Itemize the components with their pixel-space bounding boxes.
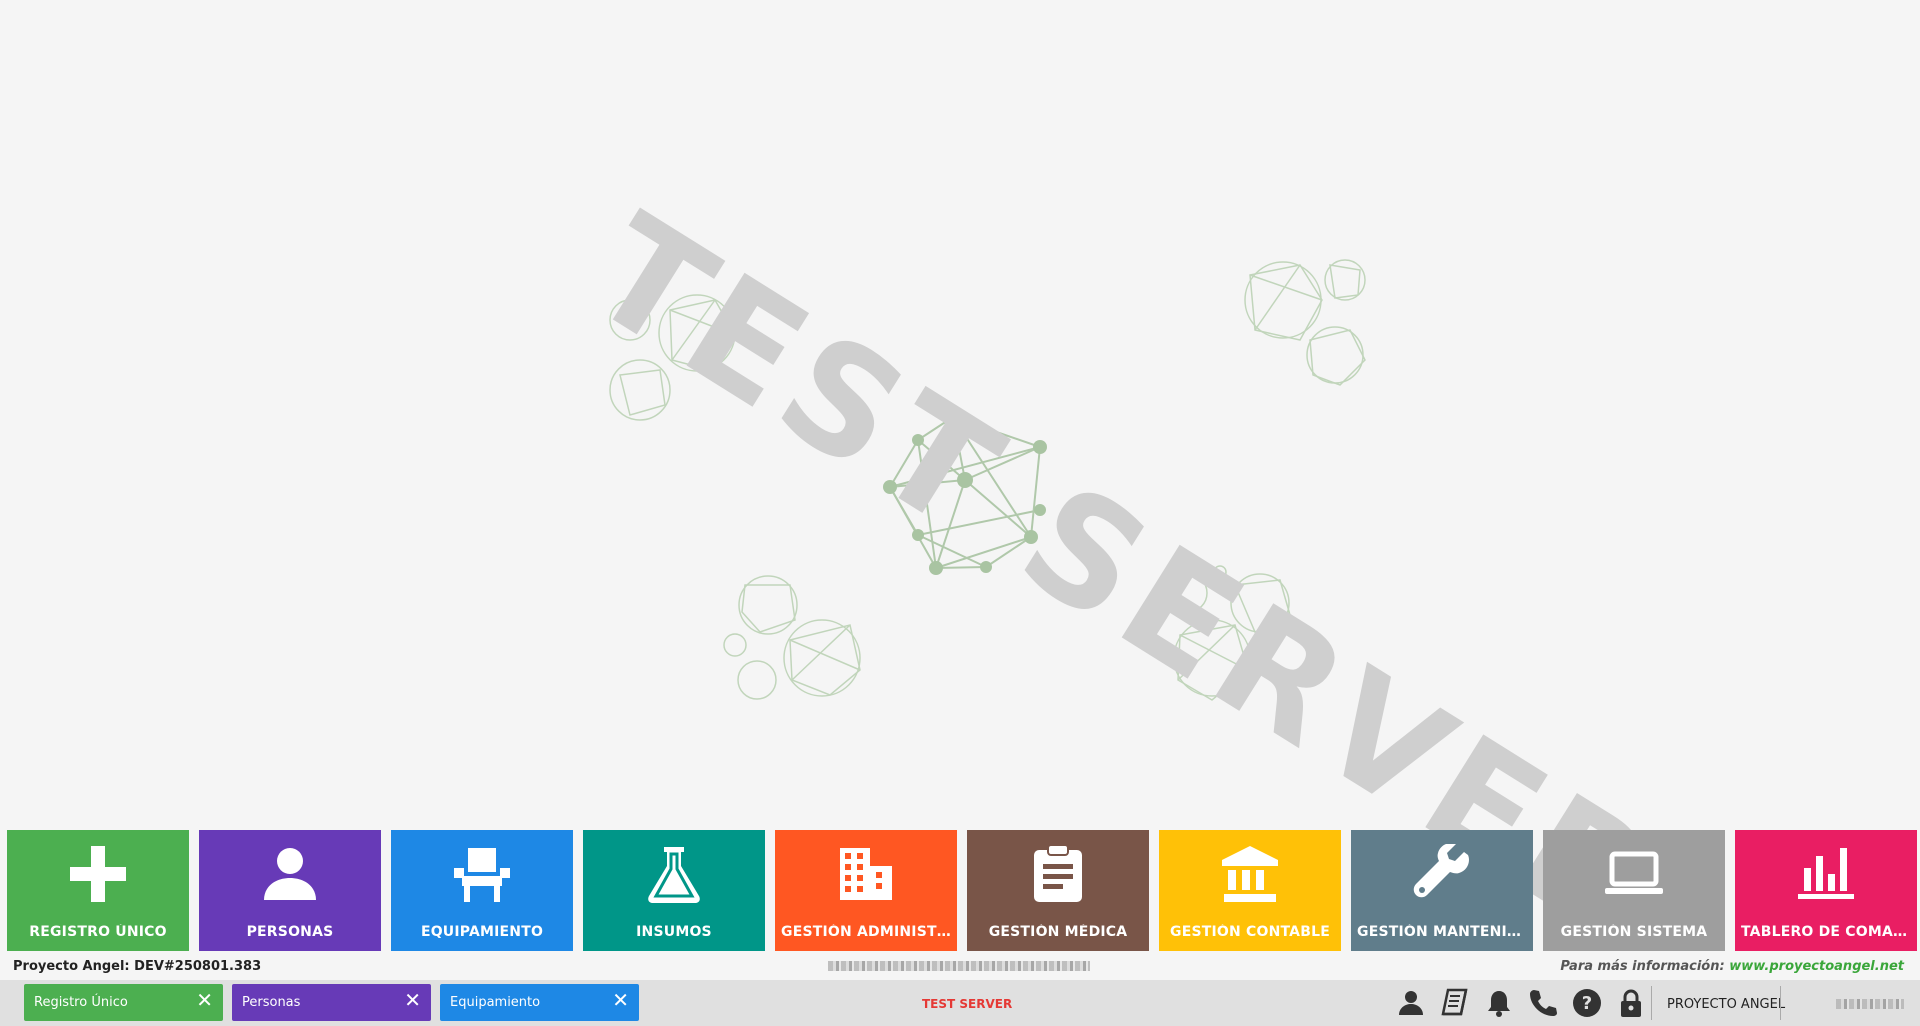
tile-label: GESTIÓN SISTEMA (1560, 924, 1708, 940)
tile-label: GESTIÓN ADMINISTR... (781, 924, 957, 940)
laptop-icon (1605, 851, 1663, 894)
flask-icon (648, 847, 700, 903)
svg-text:?: ? (1582, 993, 1592, 1014)
info-text: Para más información: www.proyectoangel.… (1560, 959, 1904, 974)
tile-equipamiento[interactable]: EQUIPAMIENTO (391, 830, 573, 951)
test-server-label: TEST SERVER (922, 997, 1013, 1011)
tile-label: INSUMOS (636, 924, 712, 940)
task-label: Registro Único (34, 995, 128, 1010)
task-label: Equipamiento (450, 995, 541, 1010)
close-icon[interactable]: ✕ (612, 990, 629, 1010)
user-icon[interactable] (1396, 988, 1426, 1018)
book-icon[interactable] (1440, 988, 1470, 1018)
brand-label: PROYECTO ANGEL (1667, 997, 1786, 1012)
task-label: Personas (242, 995, 301, 1010)
bar-chart-icon (1798, 848, 1854, 899)
info-bar: Proyecto Angel: DEV#250801.383 Para más … (0, 954, 1920, 980)
close-icon[interactable]: ✕ (404, 990, 421, 1010)
tile-label: GESTIÓN CONTABLE (1170, 924, 1330, 940)
chair-icon (454, 848, 510, 902)
tile-registro-unico[interactable]: REGISTRO ÚNICO (7, 830, 189, 951)
tile-tablero-de-comando[interactable]: TABLERO DE COMANDO (1735, 830, 1917, 951)
tile-gestion-contable[interactable]: GESTIÓN CONTABLE (1159, 830, 1341, 951)
tile-label: GESTIÓN MANTENIMI... (1357, 924, 1533, 940)
bank-icon (1222, 846, 1278, 902)
tile-label: GESTIÓN MÉDICA (988, 924, 1128, 940)
tile-personas[interactable]: PERSONAS (199, 830, 381, 951)
tile-label: EQUIPAMIENTO (420, 924, 544, 940)
clipboard-icon (1034, 844, 1082, 902)
building-icon (840, 848, 892, 900)
plus-icon (70, 846, 126, 902)
blurred-user (1836, 999, 1904, 1009)
divider (1651, 986, 1652, 1020)
phone-icon[interactable] (1528, 988, 1558, 1018)
blurred-text (828, 961, 1090, 971)
close-icon[interactable]: ✕ (196, 990, 213, 1010)
version-label: Proyecto Angel: DEV#250801.383 (13, 959, 262, 974)
tile-insumos[interactable]: INSUMOS (583, 830, 765, 951)
person-icon (264, 848, 316, 900)
task-registro-unico[interactable]: Registro Único ✕ (24, 984, 223, 1021)
bell-icon[interactable] (1484, 988, 1514, 1018)
tile-label: REGISTRO ÚNICO (29, 924, 167, 940)
help-icon[interactable]: ? (1572, 988, 1602, 1018)
tile-gestion-medica[interactable]: GESTIÓN MÉDICA (967, 830, 1149, 951)
wrench-icon (1413, 844, 1469, 898)
info-link[interactable]: www.proyectoangel.net (1729, 959, 1904, 974)
taskbar: Registro Único ✕ Personas ✕ Equipamiento… (0, 980, 1920, 1026)
tile-label: PERSONAS (246, 924, 334, 940)
tile-label: TABLERO DE COMANDO (1741, 924, 1917, 940)
tile-gestion-sistema[interactable]: GESTIÓN SISTEMA (1543, 830, 1725, 951)
tile-gestion-administrativa[interactable]: GESTIÓN ADMINISTR... (775, 830, 957, 951)
divider (1780, 986, 1781, 1020)
module-tiles: REGISTRO ÚNICO PERSONAS EQUIPAMIENTO INS… (0, 830, 1920, 952)
tile-gestion-mantenimiento[interactable]: GESTIÓN MANTENIMI... (1351, 830, 1533, 951)
task-equipamiento[interactable]: Equipamiento ✕ (440, 984, 639, 1021)
task-personas[interactable]: Personas ✕ (232, 984, 431, 1021)
lock-icon[interactable] (1616, 988, 1646, 1018)
info-prefix: Para más información: (1560, 959, 1725, 974)
